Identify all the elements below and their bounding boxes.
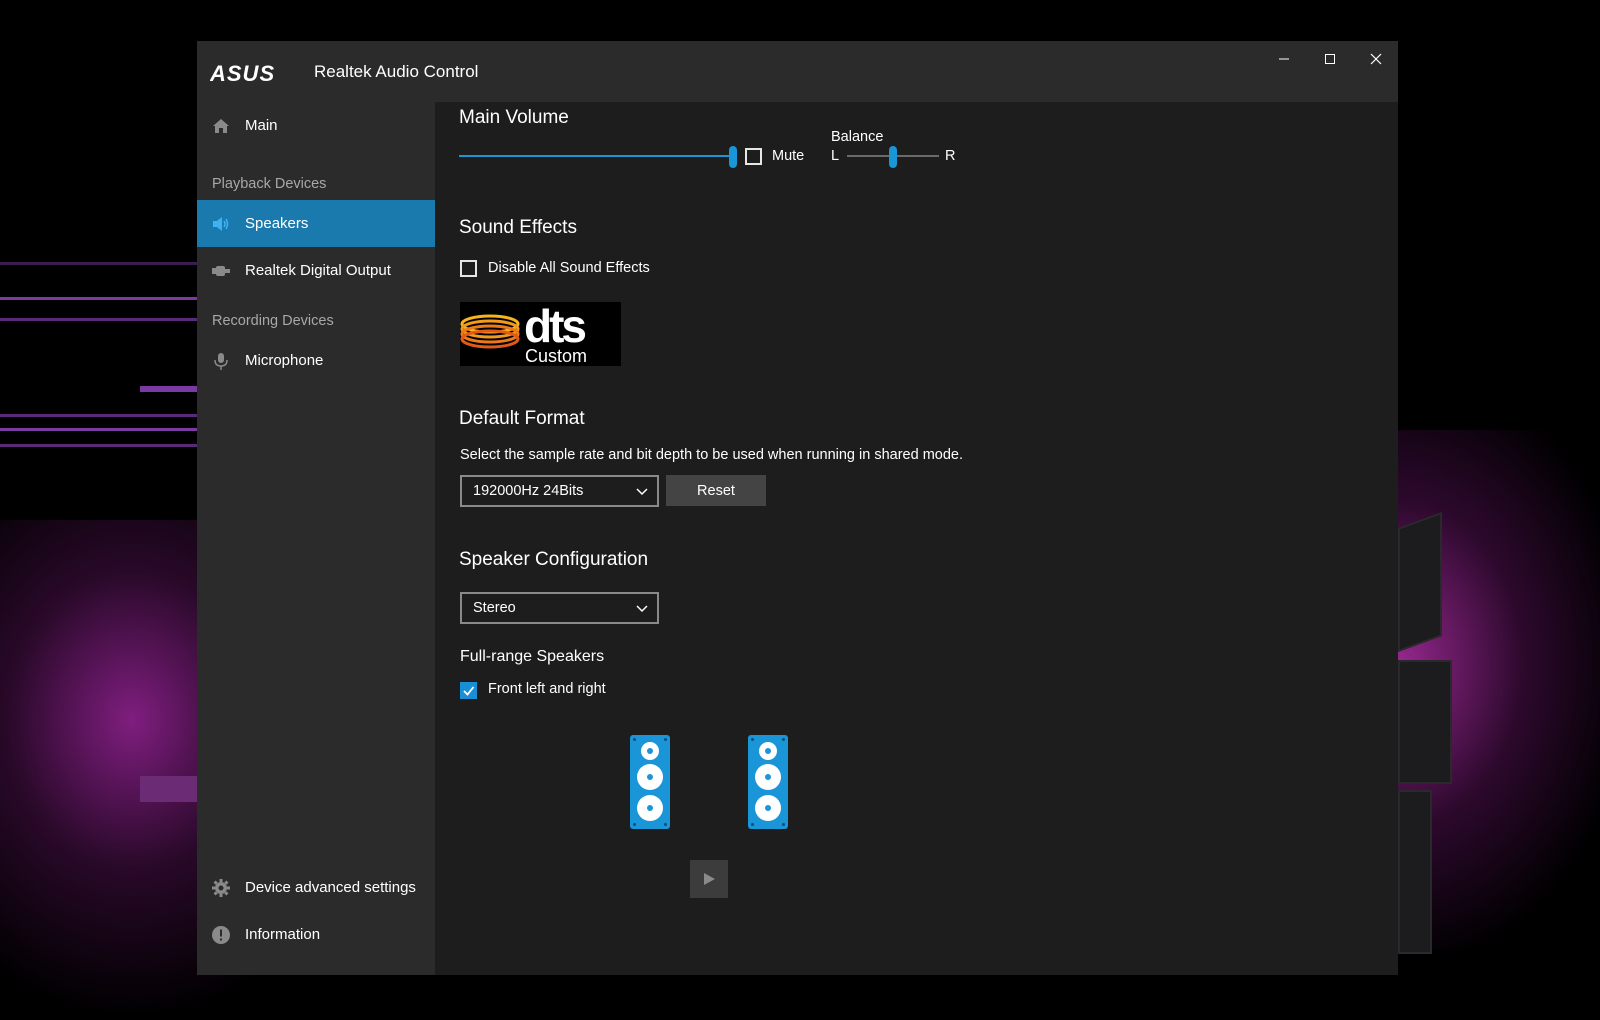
default-format-heading: Default Format [459, 408, 585, 429]
test-play-button[interactable] [690, 860, 728, 898]
app-window: ASUS Realtek Audio Control Main Playback… [197, 41, 1398, 975]
main-volume-slider[interactable] [459, 146, 737, 168]
asus-logo: ASUS [210, 63, 275, 83]
section-label-playback: Playback Devices [212, 176, 327, 192]
section-label-recording: Recording Devices [212, 313, 334, 329]
chevron-down-icon [636, 605, 648, 613]
sidebar-item-information[interactable]: Information [197, 911, 435, 958]
minimize-button[interactable] [1261, 41, 1307, 77]
sidebar-item-label: Speakers [245, 215, 309, 232]
maximize-button[interactable] [1307, 41, 1353, 77]
mute-checkbox[interactable] [745, 148, 762, 165]
digital-output-icon [212, 266, 230, 276]
sound-effects-heading: Sound Effects [459, 217, 577, 238]
sample-rate-value: 192000Hz 24Bits [473, 483, 584, 499]
balance-right-label: R [945, 148, 956, 164]
home-icon [213, 119, 229, 133]
chevron-down-icon [636, 488, 648, 496]
disable-sound-effects-label: Disable All Sound Effects [488, 260, 650, 276]
asus-logo-text: ASUS [210, 63, 275, 83]
close-icon [1370, 53, 1382, 65]
balance-thumb[interactable] [889, 146, 897, 168]
dts-wordmark: dts [524, 302, 585, 352]
dts-sub-label: Custom [525, 346, 587, 366]
mute-label: Mute [772, 148, 805, 164]
balance-slider[interactable] [847, 146, 939, 168]
sidebar-item-label: Device advanced settings [245, 879, 416, 896]
play-icon [704, 873, 715, 885]
full-range-speakers-heading: Full-range Speakers [460, 648, 605, 665]
info-icon [212, 926, 230, 944]
sidebar-item-device-advanced-settings[interactable]: Device advanced settings [197, 864, 435, 911]
sidebar-item-label: Microphone [245, 352, 324, 369]
sidebar-item-realtek-digital-output[interactable]: Realtek Digital Output [197, 247, 435, 294]
sidebar-item-label: Realtek Digital Output [245, 262, 391, 279]
dts-custom-logo[interactable]: dts Custom [460, 302, 621, 366]
front-left-right-checkbox[interactable] [460, 682, 477, 699]
front-left-speaker[interactable] [630, 735, 670, 829]
minimize-icon [1279, 58, 1289, 60]
sidebar-item-label: Information [245, 926, 321, 943]
sidebar-item-label: Main [245, 117, 278, 134]
default-format-description: Select the sample rate and bit depth to … [460, 447, 963, 463]
sidebar-item-speakers[interactable]: Speakers [197, 200, 435, 247]
speaker-configuration-select[interactable]: Stereo [460, 592, 659, 624]
sidebar: Main Playback Devices Speakers Realtek D… [197, 102, 435, 975]
gear-icon [212, 879, 230, 897]
main-volume-thumb[interactable] [729, 146, 737, 168]
speaker-icon [213, 217, 229, 231]
title-bar: ASUS Realtek Audio Control [197, 41, 1398, 102]
microphone-icon [214, 353, 228, 370]
dts-rings-icon: dts Custom [460, 302, 588, 366]
main-content: Main Volume Mute Balance L R Sound Effec… [435, 102, 1398, 975]
main-volume-heading: Main Volume [459, 107, 569, 128]
sample-rate-select[interactable]: 192000Hz 24Bits [460, 475, 659, 507]
sidebar-item-microphone[interactable]: Microphone [197, 337, 435, 384]
front-left-right-label: Front left and right [488, 681, 606, 697]
balance-left-label: L [831, 148, 840, 164]
maximize-icon [1325, 54, 1335, 64]
reset-button[interactable]: Reset [666, 475, 766, 506]
sidebar-item-main[interactable]: Main [197, 102, 435, 149]
speaker-configuration-value: Stereo [473, 600, 516, 616]
main-volume-fill [459, 155, 733, 157]
speaker-configuration-heading: Speaker Configuration [459, 549, 649, 570]
checkmark-icon [463, 686, 475, 696]
app-title: Realtek Audio Control [314, 62, 479, 81]
disable-sound-effects-checkbox[interactable] [460, 260, 477, 277]
front-right-speaker[interactable] [748, 735, 788, 829]
balance-label: Balance [831, 129, 884, 145]
close-button[interactable] [1353, 41, 1399, 77]
